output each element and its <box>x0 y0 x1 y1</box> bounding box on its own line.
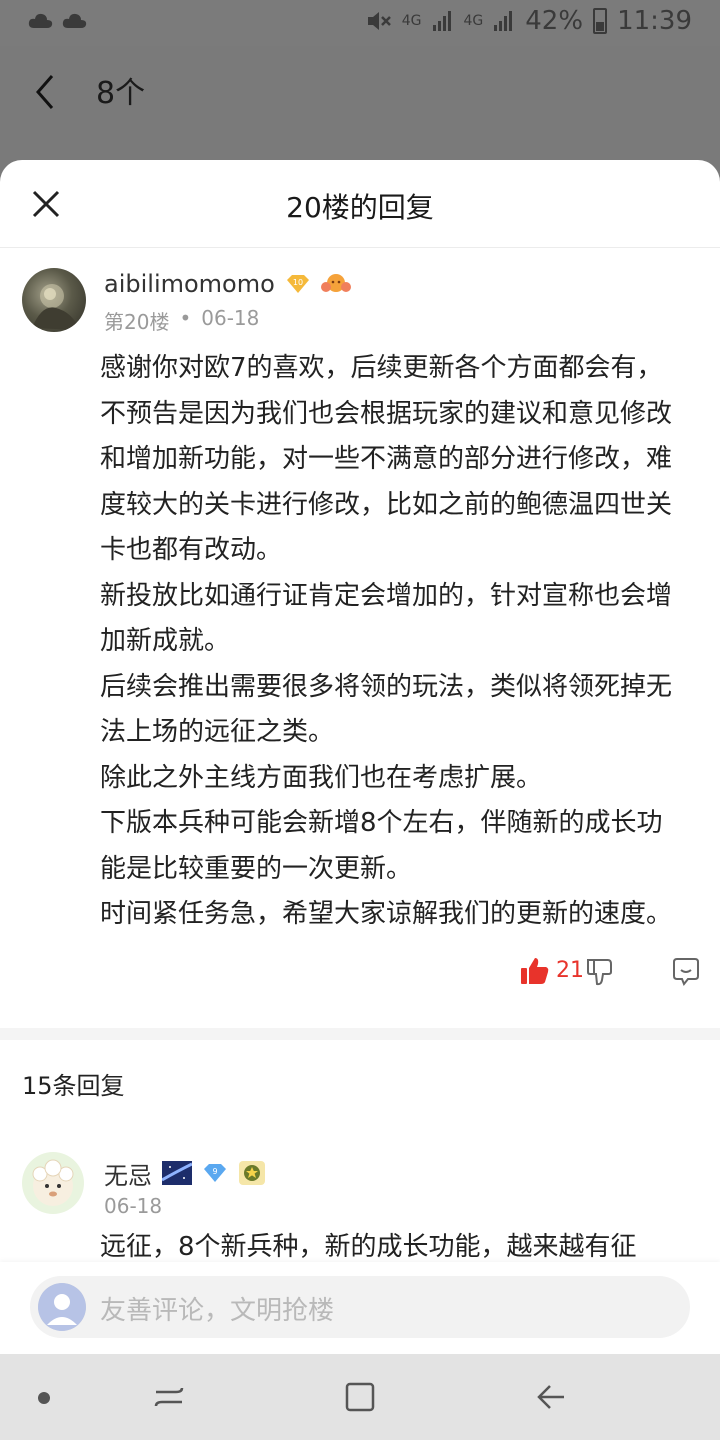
post-content: 感谢你对欧7的喜欢，后续更新各个方面都会有，不预告是因为我们也会根据玩家的建议和… <box>100 248 686 938</box>
post-paragraph: 时间紧任务急，希望大家谅解我们的更新的速度。 <box>100 899 673 929</box>
back-icon[interactable] <box>30 72 60 112</box>
post-date: 06-18 <box>201 306 260 330</box>
nav-home-icon[interactable] <box>343 1380 377 1414</box>
reply-preview: 远征，8个新兵种，新的成长功能，越来越有征 <box>100 1231 637 1262</box>
signal-icon <box>494 11 513 31</box>
replies-count: 15条回复 <box>22 1071 125 1100</box>
battery-percent: 42% <box>525 6 584 36</box>
post-paragraph: 感谢你对欧7的喜欢，后续更新各个方面都会有，不预告是因为我们也会根据玩家的建议和… <box>100 353 673 565</box>
weather-icons <box>28 10 88 32</box>
status-bar: 4G 4G 42% 11:39 <box>0 0 720 46</box>
reply-date: 06-18 <box>104 1193 163 1218</box>
medal-icon <box>239 1161 265 1185</box>
avatar[interactable] <box>22 268 86 332</box>
sheet-title: 20楼的回复 <box>286 191 434 224</box>
mute-icon <box>367 12 391 30</box>
thumbs-down-icon[interactable] <box>584 956 616 988</box>
system-nav-bar <box>0 1354 720 1440</box>
reply-sheet: 20楼的回复 aibilimomomo 10 第20楼 • 06-18 感谢你对… <box>0 160 720 1354</box>
thumbs-up-icon <box>521 957 549 984</box>
floor-number: 第20楼 <box>104 310 170 334</box>
main-post: aibilimomomo 10 第20楼 • 06-18 感谢你对欧7的喜欢，后… <box>0 248 720 1022</box>
cloud-icon <box>28 13 53 28</box>
chat-icon[interactable] <box>670 956 702 988</box>
battery-icon <box>593 8 608 34</box>
comment-input[interactable]: 友善评论，文明抢楼 <box>30 1276 690 1338</box>
sheet-header: 20楼的回复 <box>0 160 720 248</box>
section-divider <box>0 1027 720 1040</box>
post-paragraph: 后续会推出需要很多将领的玩法，类似将领死掉无法上场的远征之类。 <box>100 671 673 748</box>
user-line: aibilimomomo 10 <box>104 270 351 298</box>
page-title: 8个 <box>96 76 146 111</box>
underlying-page-header: 8个 <box>0 46 720 160</box>
post-actions: 21 <box>100 956 699 1022</box>
signal-icon <box>432 11 451 31</box>
reply-username[interactable]: 无忌 <box>104 1156 152 1191</box>
emoji-badge-icon <box>320 274 351 292</box>
post-paragraph: 除此之外主线方面我们也在考虑扩展。 <box>100 762 543 793</box>
username[interactable]: aibilimomomo <box>104 270 275 298</box>
nav-recents-icon[interactable] <box>152 1380 186 1414</box>
level-text: 10 <box>293 278 303 287</box>
comment-placeholder: 友善评论，文明抢楼 <box>100 1296 335 1326</box>
post-paragraph: 新投放比如通行证肯定会增加的，针对宣称也会增加新成就。 <box>100 580 673 657</box>
like-button[interactable]: 21 <box>520 956 584 986</box>
reply-avatar[interactable] <box>22 1151 84 1214</box>
reply-level-text: 9 <box>212 1167 217 1176</box>
level-badge-icon: 9 <box>204 1164 226 1182</box>
nav-dot-icon[interactable] <box>38 1392 50 1404</box>
level-badge-icon: 10 <box>286 275 309 293</box>
status-icons: 4G 4G 42% 11:39 <box>366 6 692 36</box>
post-paragraph: 下版本兵种可能会新增8个左右，伴随新的成长功能是比较重要的一次更新。 <box>100 808 663 884</box>
nav-back-icon[interactable] <box>534 1380 568 1414</box>
reply-user-line: 无忌 9 <box>104 1156 266 1191</box>
network-type-2: 4G <box>463 13 484 29</box>
meta-separator: • <box>179 306 192 330</box>
like-count: 21 <box>556 958 584 983</box>
comment-bar: 友善评论，文明抢楼 <box>0 1262 720 1354</box>
galaxy-emoji-icon <box>162 1161 192 1185</box>
user-avatar-icon <box>38 1283 86 1331</box>
network-type-1: 4G <box>401 13 422 29</box>
cloud-icon <box>62 13 87 28</box>
post-meta: 第20楼 • 06-18 <box>104 306 259 335</box>
clock: 11:39 <box>617 6 692 36</box>
